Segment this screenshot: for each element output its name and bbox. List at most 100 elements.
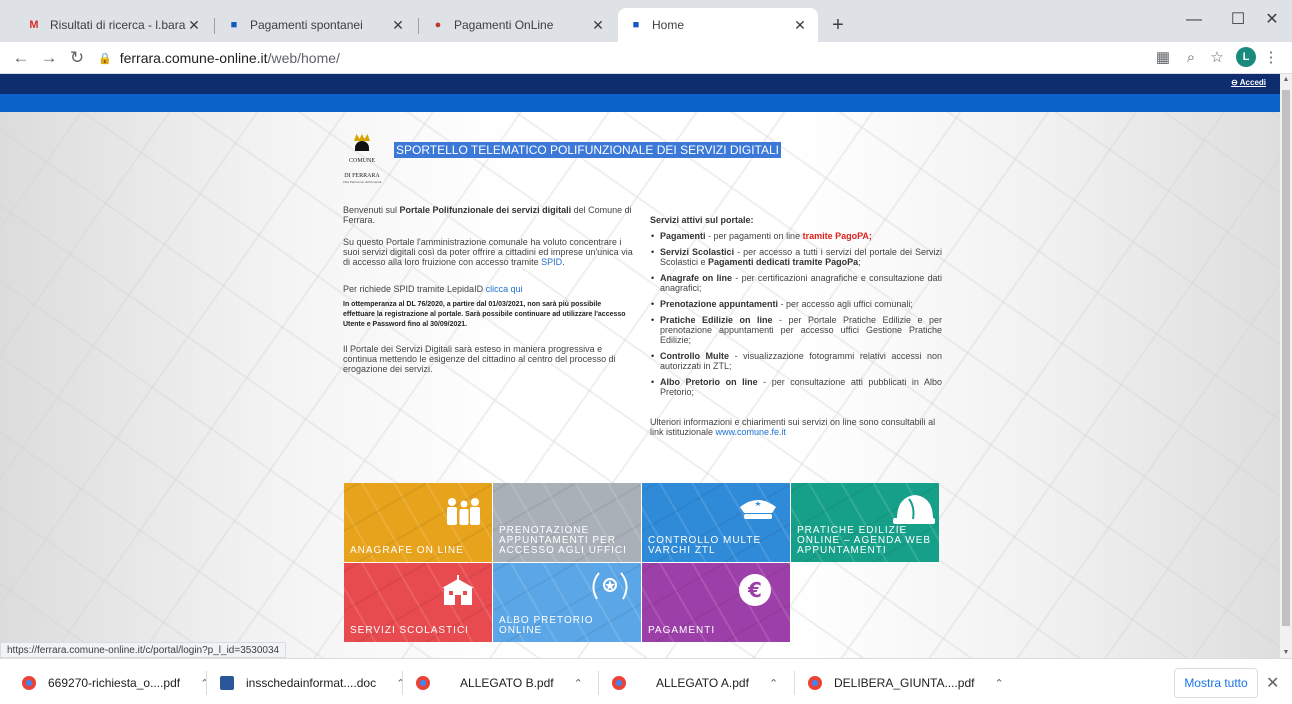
browser-toolbar: ← → ↻ 🔒 ferrara.comune-online.it/web/hom… (0, 42, 1292, 74)
close-tab-icon[interactable]: ✕ (590, 17, 606, 34)
status-bubble-url: https://ferrara.comune-online.it/c/porta… (0, 642, 287, 658)
chevron-up-icon[interactable]: ⌃ (769, 677, 778, 690)
tile-label: PAGAMENTI (648, 625, 716, 636)
service-item-scolastici: Servizi Scolastici - per accesso a tutti… (650, 247, 942, 267)
comune-ferrara-logo: COMUNE DI FERRARA Città Patrimonio dell'… (342, 134, 382, 194)
download-item[interactable]: DELIBERA_GIUNTA....pdf ⌃ (808, 672, 1004, 694)
tile-albo-pretorio[interactable]: ALBO PRETORIO ONLINE (493, 563, 641, 642)
portal-top-bar: ⊖ Accedi (0, 74, 1280, 94)
tab-pagamenti-spontanei[interactable]: ■ Pagamenti spontanei ✕ (216, 8, 416, 42)
page-viewport: ⊖ Accedi COMUNE DI FERRARA Città Patrimo… (0, 74, 1280, 658)
menu-kebab-icon[interactable]: ⋮ (1260, 47, 1282, 69)
tab-strip: M Risultati di ricerca - l.baraldi@co ✕ … (0, 0, 1292, 42)
download-filename: 669270-richiesta_o....pdf (48, 676, 181, 690)
site-favicon-icon: ● (434, 19, 442, 31)
tab-pagamenti-online[interactable]: ● Pagamenti OnLine ✕ (420, 8, 616, 42)
intro-bold: Portale Polifunzionale dei servizi digit… (399, 205, 572, 215)
service-bold: Pagamenti dedicati tramite PagoPa (708, 257, 859, 267)
tile-label: PRATICHE EDILIZIE ONLINE – AGENDA WEB AP… (797, 525, 932, 556)
chevron-up-icon[interactable]: ⌃ (995, 677, 1004, 690)
back-button[interactable]: ← (8, 45, 34, 71)
spid-link[interactable]: SPID (541, 257, 562, 267)
tab-home[interactable]: ■ Home ✕ (618, 8, 818, 42)
euro-icon: € (739, 574, 771, 606)
tab-title: Pagamenti OnLine (454, 18, 554, 32)
reload-button[interactable]: ↻ (64, 45, 90, 71)
qr-code-icon[interactable]: ▦ (1152, 47, 1174, 69)
tile-servizi-scolastici[interactable]: SERVIZI SCOLASTICI (344, 563, 492, 642)
service-item-anagrafe: Anagrafe on line - per certificazioni an… (650, 273, 942, 293)
download-filename: ALLEGATO A.pdf (656, 676, 749, 690)
bookmark-star-icon[interactable]: ☆ (1206, 47, 1228, 69)
intro-paragraph-3: Per richiede SPID tramite LepidaID clicc… (343, 284, 635, 294)
clicca-qui-link[interactable]: clicca qui (486, 284, 523, 294)
download-item[interactable]: ALLEGATO B.pdf ⌃ (416, 672, 583, 694)
service-desc: ; (858, 257, 861, 267)
download-item[interactable]: ALLEGATO A.pdf ⌃ (612, 672, 778, 694)
logo-line3: Città Patrimonio dell'Umanità (342, 180, 382, 184)
svg-text:€: € (747, 578, 762, 602)
tile-label: ALBO PRETORIO ONLINE (499, 615, 594, 636)
service-item-pratiche: Pratiche Edilizie on line - per Portale … (650, 315, 942, 345)
services-footer: Ulteriori informazioni e chiarimenti sui… (650, 417, 942, 437)
chrome-pdf-icon (22, 676, 36, 690)
site-favicon-icon: ■ (632, 19, 640, 31)
family-icon (447, 498, 480, 525)
show-all-button[interactable]: Mostra tutto (1174, 668, 1258, 698)
service-name: Prenotazione appuntamenti (660, 299, 779, 309)
chevron-up-icon[interactable]: ⌃ (574, 677, 583, 690)
site-favicon-icon: ■ (230, 19, 238, 31)
tile-label: PRENOTAZIONE APPUNTAMENTI PER ACCESSO AG… (499, 525, 627, 556)
logo-line2: DI FERRARA (344, 173, 380, 179)
word-doc-icon (220, 676, 234, 690)
tile-label: SERVIZI SCOLASTICI (350, 625, 469, 636)
zoom-icon[interactable]: ⌕ (1180, 47, 1202, 69)
chrome-pdf-icon (612, 676, 626, 690)
services-header: Servizi attivi sul portale: (650, 215, 754, 225)
gmail-icon: M (29, 19, 39, 31)
chevron-up-icon[interactable]: ⌃ (396, 677, 405, 690)
tile-controllo-multe[interactable]: CONTROLLO MULTE VARCHI ZTL (642, 483, 790, 562)
scroll-down-icon[interactable]: ▼ (1280, 649, 1292, 656)
close-download-bar-icon[interactable]: ✕ (1266, 673, 1279, 693)
tile-anagrafe[interactable]: ANAGRAFE ON LINE (344, 483, 492, 562)
chevron-up-icon[interactable]: ⌃ (200, 677, 209, 690)
intro-column: Benvenuti sul Portale Polifunzionale dei… (343, 205, 635, 386)
page-scrollbar[interactable]: ▲ ▼ (1280, 74, 1292, 658)
download-separator (206, 671, 207, 695)
profile-avatar[interactable]: L (1236, 47, 1256, 67)
download-filename: insschedainformat....doc (246, 676, 377, 690)
service-item-pagamenti: Pagamenti - per pagamenti on line tramit… (650, 231, 942, 241)
download-item[interactable]: insschedainformat....doc ⌃ (220, 672, 405, 694)
close-tab-icon[interactable]: ✕ (186, 17, 202, 34)
intro-text: Per richiede SPID tramite LepidaID (343, 284, 486, 294)
page-title: SPORTELLO TELEMATICO POLIFUNZIONALE DEI … (394, 142, 781, 158)
hard-hat-icon (893, 495, 935, 524)
minimize-button[interactable]: — (1172, 6, 1216, 34)
tile-prenotazione[interactable]: PRENOTAZIONE APPUNTAMENTI PER ACCESSO AG… (493, 483, 641, 562)
forward-button[interactable]: → (36, 45, 62, 71)
scroll-up-icon[interactable]: ▲ (1280, 76, 1292, 83)
comune-fe-link[interactable]: www.comune.fe.it (716, 427, 787, 437)
laurel-icon (592, 572, 628, 600)
service-name: Pagamenti (660, 231, 706, 241)
accedi-label: Accedi (1239, 78, 1266, 87)
police-cap-icon (740, 500, 776, 519)
service-desc: - per accesso agli uffici comunali; (778, 299, 913, 309)
tile-pratiche-edilizie[interactable]: PRATICHE EDILIZIE ONLINE – AGENDA WEB AP… (791, 483, 939, 562)
accedi-link[interactable]: ⊖ Accedi (1231, 78, 1266, 87)
close-tab-icon[interactable]: ✕ (792, 17, 808, 34)
download-item[interactable]: 669270-richiesta_o....pdf ⌃ (22, 672, 209, 694)
address-bar[interactable]: 🔒 ferrara.comune-online.it/web/home/ (98, 45, 1138, 71)
new-tab-button[interactable]: + (826, 14, 850, 38)
chrome-pdf-icon (416, 676, 430, 690)
service-tiles: ANAGRAFE ON LINE PRENOTAZIONE APPUNTAMEN… (344, 483, 940, 646)
scrollbar-thumb[interactable] (1282, 90, 1290, 626)
close-tab-icon[interactable]: ✕ (390, 17, 406, 34)
tab-gmail[interactable]: M Risultati di ricerca - l.baraldi@co ✕ (16, 8, 212, 42)
registration-notice: In ottemperanza al DL 76/2020, a partire… (343, 301, 626, 328)
intro-paragraph-2: Su questo Portale l'amministrazione comu… (343, 237, 635, 267)
close-window-button[interactable]: ✕ (1250, 6, 1292, 34)
tab-title: Home (652, 18, 685, 32)
tile-pagamenti[interactable]: € PAGAMENTI (642, 563, 790, 642)
